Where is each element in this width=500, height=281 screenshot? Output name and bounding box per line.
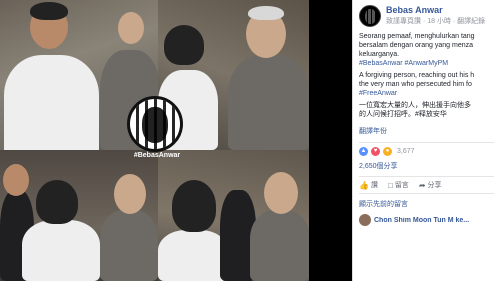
- see-translation-link[interactable]: 翻譯年份: [359, 126, 494, 136]
- english-line-1: A forgiving person, reaching out his h: [359, 72, 475, 79]
- english-hashtag[interactable]: #FreeAnwar: [359, 90, 397, 97]
- like-icon: ▲: [359, 147, 368, 156]
- view-previous-comments-link[interactable]: 顯示先前的留言: [359, 199, 494, 209]
- photo-bottom-right: [158, 150, 309, 281]
- share-button[interactable]: ➦ 分享: [419, 180, 442, 190]
- malay-line-3: keluarganya.: [359, 51, 400, 58]
- image-hashtag-caption: #BebasAnwar: [133, 152, 181, 159]
- chinese-line-2: 的人问候打招呼。#释放安华: [359, 111, 447, 118]
- person-grey-suit: [100, 210, 158, 281]
- comment-button[interactable]: □ 留言: [388, 180, 409, 190]
- wow-icon: ●: [383, 147, 392, 156]
- page-name-link[interactable]: Bebas Anwar: [386, 5, 485, 15]
- prison-bars-icon: [130, 99, 180, 149]
- person-head: [264, 172, 298, 214]
- jailed-portrait-badge: [127, 96, 183, 152]
- comment-label: 留言: [394, 182, 409, 189]
- share-count[interactable]: 2,650個分享: [359, 161, 494, 171]
- page-avatar[interactable]: [359, 5, 381, 27]
- post-text: Seorang pemaaf, menghulurkan tang bersal…: [359, 32, 494, 122]
- post-panel: Bebas Anwar 致謹專頁讚 · 18 小時 · 翻譯紀錄 Seorang…: [352, 0, 500, 281]
- like-label: 讚: [370, 182, 378, 189]
- person-hair: [248, 6, 284, 20]
- person-grey-suit: [228, 55, 309, 150]
- post-meta: 致謹專頁讚 · 18 小時 · 翻譯紀錄: [386, 18, 486, 25]
- love-icon: ♥: [371, 147, 380, 156]
- person-white-shirt: [22, 220, 100, 281]
- post-actions: 👍 讚 □ 留言 ➦ 分享: [359, 176, 494, 194]
- share-arrow-icon: ➦: [418, 180, 426, 190]
- person-head: [3, 164, 29, 196]
- commenter-avatar[interactable]: [359, 214, 371, 226]
- person-grey-suit: [250, 210, 309, 281]
- person-head: [114, 174, 146, 214]
- commenter-name[interactable]: Chon Shim Moon Tun M ke...: [374, 217, 469, 224]
- post-image[interactable]: #BebasAnwar: [0, 0, 352, 281]
- comment-item: Chon Shim Moon Tun M ke...: [359, 214, 494, 226]
- photo-bottom-left: [0, 150, 158, 281]
- speech-bubble-icon: □: [387, 180, 393, 190]
- person-hair: [172, 180, 216, 232]
- malay-hashtags[interactable]: #BebasAnwar #AnwarMyPM: [359, 60, 448, 67]
- page-info: Bebas Anwar 致謹專頁讚 · 18 小時 · 翻譯紀錄: [386, 5, 485, 26]
- reaction-count[interactable]: 3,677: [397, 148, 415, 155]
- english-line-2: the very man who persecuted him fo: [359, 81, 472, 88]
- chinese-line-1: 一位寬宏大量的人，伸出援手向他多: [359, 102, 471, 109]
- person-hair: [164, 25, 204, 65]
- malay-line-1: Seorang pemaaf, menghulurkan tang: [359, 33, 475, 40]
- reactions-row[interactable]: ▲ ♥ ● 3,677: [359, 142, 494, 156]
- person-hair: [30, 2, 68, 20]
- malay-line-2: bersalam dengan orang yang menza: [359, 42, 474, 49]
- person-white-shirt: [158, 230, 228, 281]
- person-head: [118, 12, 144, 44]
- like-button[interactable]: 👍 讚: [359, 180, 378, 190]
- share-label: 分享: [427, 182, 442, 189]
- prison-bars-icon: [360, 6, 380, 26]
- person-hair: [36, 180, 78, 224]
- post-header: Bebas Anwar 致謹專頁讚 · 18 小時 · 翻譯紀錄: [359, 5, 494, 27]
- thumbs-up-icon: 👍: [359, 180, 369, 190]
- person-white-shirt: [4, 55, 99, 150]
